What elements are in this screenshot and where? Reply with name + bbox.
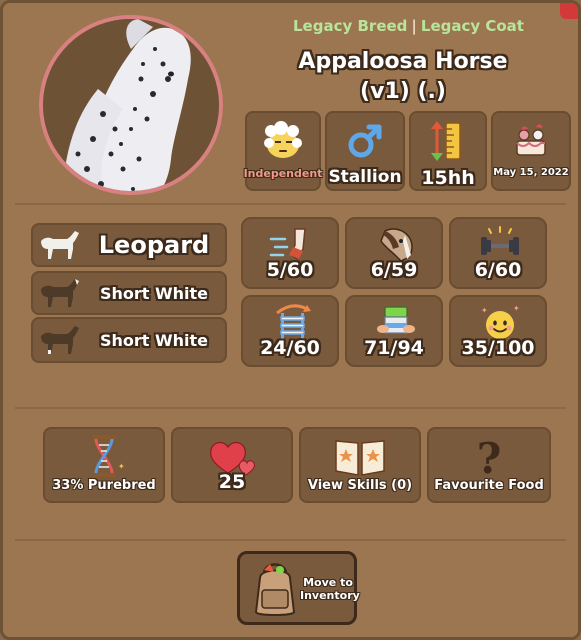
svg-text:✦: ✦ bbox=[481, 306, 488, 315]
gene-label: Short White bbox=[99, 330, 209, 350]
temperament-tile: Independent bbox=[243, 111, 323, 191]
stat-value: 6/59 bbox=[370, 259, 418, 281]
gene-row-short-white-2: Short White bbox=[31, 317, 227, 363]
gene-label: Leopard bbox=[98, 231, 210, 259]
horse-version: (v1) (.) bbox=[360, 79, 446, 104]
stat-jump: 24/60 bbox=[241, 295, 339, 367]
horse-name: Appaloosa Horse bbox=[298, 49, 508, 74]
backpack-icon bbox=[254, 563, 296, 616]
appaloosa-horse-image bbox=[43, 19, 219, 191]
height-label: 15hh bbox=[421, 167, 475, 189]
svg-text:✦: ✦ bbox=[118, 462, 125, 471]
gender-label: Stallion bbox=[328, 167, 402, 187]
section-divider bbox=[15, 407, 566, 409]
svg-text:✦: ✦ bbox=[513, 304, 520, 313]
stat-happiness: ✦ ✦ 35/100 bbox=[449, 295, 547, 367]
legacy-separator: | bbox=[411, 17, 417, 35]
height-ruler-icon bbox=[418, 119, 478, 163]
move-to-inventory-label: Move to Inventory bbox=[300, 576, 360, 602]
purebred-tile: ✦ 33% Purebred bbox=[43, 427, 165, 503]
gene-row-short-white-1: Short White bbox=[31, 271, 227, 315]
hearts-count: 25 bbox=[218, 471, 246, 493]
gender-tile: Stallion bbox=[325, 111, 405, 191]
height-tile: 15hh bbox=[409, 111, 487, 191]
purebred-label: 33% Purebred bbox=[52, 478, 156, 493]
question-mark-icon: ? bbox=[477, 434, 502, 479]
skill-book-icon bbox=[335, 440, 385, 476]
favourite-food-tile[interactable]: ? Favourite Food bbox=[427, 427, 551, 503]
birthday-label: May 15, 2022 bbox=[493, 167, 569, 178]
view-skills-button[interactable]: View Skills (0) bbox=[299, 427, 421, 503]
move-to-inventory-button[interactable]: Move to Inventory bbox=[237, 551, 360, 625]
stat-speed: 5/60 bbox=[241, 217, 339, 289]
birthday-tile: May 15, 2022 bbox=[491, 111, 571, 191]
stat-value: 6/60 bbox=[474, 259, 522, 281]
view-skills-label: View Skills (0) bbox=[307, 478, 413, 493]
favourite-food-label: Favourite Food bbox=[434, 478, 544, 493]
birthday-cake-icon bbox=[501, 119, 561, 163]
temperament-label: Independent bbox=[243, 167, 323, 180]
gene-row-leopard: Leopard bbox=[31, 223, 227, 267]
section-divider bbox=[15, 203, 566, 205]
stat-bond: 6/59 bbox=[345, 217, 443, 289]
male-symbol-icon bbox=[335, 119, 395, 163]
stat-value: 71/94 bbox=[364, 337, 424, 359]
horse-silhouette-icon bbox=[41, 326, 79, 354]
horse-silhouette-icon bbox=[41, 231, 79, 259]
cloud-face-icon bbox=[253, 119, 313, 163]
stat-hunger: 71/94 bbox=[345, 295, 443, 367]
horse-portrait bbox=[39, 15, 223, 195]
close-button[interactable] bbox=[560, 3, 578, 19]
section-divider bbox=[15, 539, 566, 541]
stat-value: 35/100 bbox=[461, 337, 535, 359]
stat-value: 24/60 bbox=[260, 337, 320, 359]
legacy-tags: Legacy Breed | Legacy Coat bbox=[293, 17, 524, 35]
stat-strength: 6/60 bbox=[449, 217, 547, 289]
dna-hourglass-icon: ✦ bbox=[92, 435, 125, 477]
horse-profile-panel: Legacy Breed | Legacy Coat Appaloosa Horse… bbox=[0, 0, 581, 640]
legacy-breed-label: Legacy Breed bbox=[293, 17, 408, 35]
legacy-coat-label: Legacy Coat bbox=[420, 17, 524, 35]
gene-label: Short White bbox=[99, 283, 209, 303]
svg-text:?: ? bbox=[477, 434, 502, 479]
horse-silhouette-icon bbox=[41, 279, 79, 307]
stat-value: 5/60 bbox=[266, 259, 314, 281]
hearts-tile[interactable]: 25 bbox=[171, 427, 293, 503]
